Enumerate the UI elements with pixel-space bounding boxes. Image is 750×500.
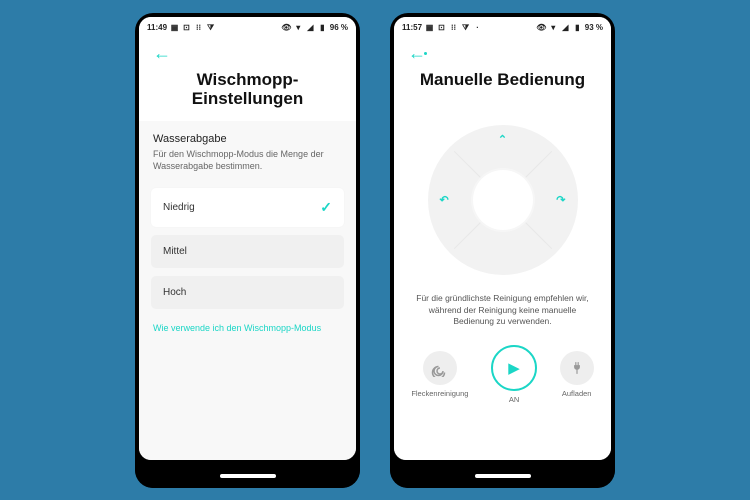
signal-icon: ◢ [561,23,570,32]
notification-icon: ▦ [425,23,434,32]
page-title: Manuelle Bedienung [394,64,611,102]
app-header: ← [139,37,356,64]
notification-icon: ▦ [170,23,179,32]
status-left: 11:49 ▦ ⊡ ⁝⁝ ⧩ [147,23,215,32]
notification-icon: ⊡ [182,23,191,32]
spiral-icon [423,351,457,385]
option-label: Niedrig [163,202,195,213]
eye-icon: 👁 [537,23,546,32]
section-description: Für den Wischmopp-Modus die Menge der Wa… [153,148,342,172]
bottom-actions: Fleckenreinigung ▶ AN Aufladen [394,327,611,414]
status-bar: 11:49 ▦ ⊡ ⁝⁝ ⧩ 👁 ▾ ◢ ▮ 96 % [139,17,356,37]
wifi-icon: ▾ [549,23,558,32]
back-button[interactable]: ← [153,43,171,63]
option-medium[interactable]: Mittel [151,235,344,268]
direction-pad: ⌃ ↶ ↷ [428,125,578,275]
option-label: Mittel [163,246,187,257]
screen-manual-control: 11:57 ▦ ⊡ ⁝⁝ ⧩ · 👁 ▾ ◢ ▮ 93 % ← Manuelle… [394,17,611,460]
notification-icon: ⁝⁝ [194,23,203,32]
dpad-rotate-right[interactable]: ↷ [556,194,565,207]
signal-icon: ◢ [306,23,315,32]
status-battery: 96 % [330,23,348,32]
app-header: ← [394,37,611,64]
status-left: 11:57 ▦ ⊡ ⁝⁝ ⧩ · [402,23,482,32]
option-low[interactable]: Niedrig ✓ [151,188,344,227]
page-title: Wischmopp-Einstellungen [139,64,356,121]
option-label: Hoch [163,287,186,298]
notification-dot [424,52,427,55]
option-high[interactable]: Hoch [151,276,344,309]
power-action[interactable]: ▶ AN [491,345,537,404]
section-label: Wasserabgabe [153,133,342,145]
status-right: 👁 ▾ ◢ ▮ 93 % [537,23,603,32]
eye-icon: 👁 [282,23,291,32]
notification-icon: ⊡ [437,23,446,32]
status-right: 👁 ▾ ◢ ▮ 96 % [282,23,348,32]
wifi-icon: ▾ [294,23,303,32]
screen-mop-settings: 11:49 ▦ ⊡ ⁝⁝ ⧩ 👁 ▾ ◢ ▮ 96 % ← Wischmopp-… [139,17,356,460]
help-link[interactable]: Wie verwende ich den Wischmopp-Modus [139,309,356,347]
status-time: 11:49 [147,23,167,32]
water-section: Wasserabgabe Für den Wischmopp-Modus die… [139,121,356,172]
android-nav [135,464,360,488]
dpad-up[interactable]: ⌃ [498,133,507,146]
play-icon: ▶ [491,345,537,391]
phone-right: 11:57 ▦ ⊡ ⁝⁝ ⧩ · 👁 ▾ ◢ ▮ 93 % ← Manuelle… [390,13,615,488]
home-indicator[interactable] [220,474,276,478]
check-icon: ✓ [320,199,332,216]
phone-left: 11:49 ▦ ⊡ ⁝⁝ ⧩ 👁 ▾ ◢ ▮ 96 % ← Wischmopp-… [135,13,360,488]
action-label: Fleckenreinigung [411,389,468,398]
dpad-area: ⌃ ↶ ↷ [394,101,611,285]
dock-action[interactable]: Aufladen [560,351,594,398]
action-label: Aufladen [562,389,592,398]
notification-icon: ⁝⁝ [449,23,458,32]
plug-icon [560,351,594,385]
notification-icon: ⧩ [206,23,215,32]
more-icon: · [473,23,482,32]
notification-icon: ⧩ [461,23,470,32]
dpad-rotate-left[interactable]: ↶ [440,194,449,207]
battery-icon: ▮ [573,23,582,32]
water-level-options: Niedrig ✓ Mittel Hoch [139,172,356,309]
home-indicator[interactable] [475,474,531,478]
battery-icon: ▮ [318,23,327,32]
status-time: 11:57 [402,23,422,32]
manual-tip: Für die gründlichste Reinigung empfehlen… [394,285,611,327]
status-battery: 93 % [585,23,603,32]
status-bar: 11:57 ▦ ⊡ ⁝⁝ ⧩ · 👁 ▾ ◢ ▮ 93 % [394,17,611,37]
action-label: AN [509,395,519,404]
android-nav [390,464,615,488]
dpad-center[interactable] [473,170,533,230]
spot-clean-action[interactable]: Fleckenreinigung [411,351,468,398]
